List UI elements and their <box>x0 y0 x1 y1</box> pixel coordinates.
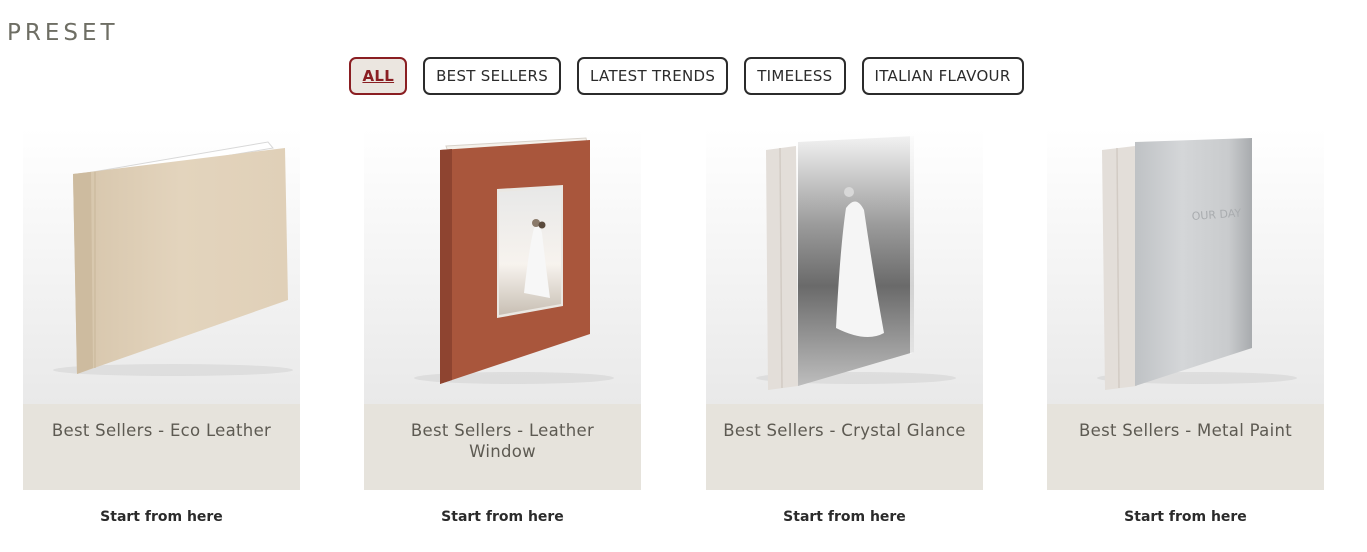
filter-all-button[interactable]: ALL <box>349 57 408 95</box>
metal-paint-album-image[interactable]: OUR DAY <box>1047 128 1324 404</box>
product-label: Best Sellers - Eco Leather <box>51 421 272 440</box>
product-grid: Best Sellers - Eco Leather Start from he… <box>0 128 1367 548</box>
product-label: Best Sellers - Leather Window <box>410 421 595 461</box>
product-label-box: Best Sellers - Eco Leather <box>23 404 300 490</box>
filter-bar: ALL BEST SELLERS LATEST TRENDS TIMELESS … <box>0 57 1367 95</box>
filter-best-sellers-button[interactable]: BEST SELLERS <box>423 57 562 95</box>
eco-leather-album-image[interactable] <box>23 128 300 404</box>
filter-latest-trends-button[interactable]: LATEST TRENDS <box>577 57 729 95</box>
leather-window-album-image[interactable] <box>364 128 641 404</box>
product-label: Best Sellers - Metal Paint <box>1079 421 1292 440</box>
product-label-box: Best Sellers - Leather Window <box>364 404 641 490</box>
filter-italian-flavour-button[interactable]: ITALIAN FLAVOUR <box>861 57 1024 95</box>
product-label-box: Best Sellers - Metal Paint <box>1047 404 1324 490</box>
crystal-glance-album-image[interactable] <box>706 128 983 404</box>
start-from-here-link[interactable]: Start from here <box>706 509 983 525</box>
filter-timeless-button[interactable]: TIMELESS <box>744 57 846 95</box>
start-from-here-link[interactable]: Start from here <box>364 509 641 525</box>
page-title: PRESET <box>7 20 119 46</box>
product-label: Best Sellers - Crystal Glance <box>723 421 966 440</box>
start-from-here-link[interactable]: Start from here <box>23 509 300 525</box>
start-from-here-link[interactable]: Start from here <box>1047 509 1324 525</box>
product-label-box: Best Sellers - Crystal Glance <box>706 404 983 490</box>
